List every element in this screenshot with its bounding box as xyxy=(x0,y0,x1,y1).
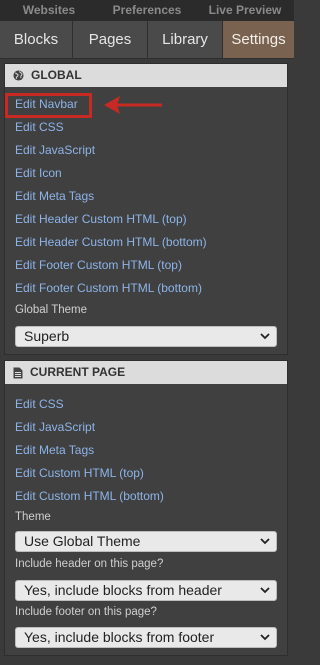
edit-footer-html-top-link[interactable]: Edit Footer Custom HTML (top) xyxy=(15,258,182,272)
nav-websites[interactable]: Websites xyxy=(0,0,98,21)
edit-footer-html-bottom-link[interactable]: Edit Footer Custom HTML (bottom) xyxy=(15,281,202,295)
tab-library[interactable]: Library xyxy=(148,21,223,58)
global-panel-header: GLOBAL xyxy=(5,64,287,87)
arrow-icon xyxy=(104,96,162,114)
include-header-value: Yes, include blocks from header xyxy=(24,582,222,598)
tab-settings[interactable]: Settings xyxy=(223,21,294,58)
include-footer-value: Yes, include blocks from footer xyxy=(24,629,215,645)
page-edit-custom-html-bottom-link[interactable]: Edit Custom HTML (bottom) xyxy=(15,489,164,503)
current-page-panel-title: CURRENT PAGE xyxy=(30,365,126,379)
edit-javascript-link[interactable]: Edit JavaScript xyxy=(15,143,95,157)
chevron-down-icon xyxy=(260,538,270,545)
edit-header-html-top-link[interactable]: Edit Header Custom HTML (top) xyxy=(15,212,187,226)
highlight-box xyxy=(5,93,92,118)
page-theme-select[interactable]: Use Global Theme xyxy=(15,531,277,552)
nav-live-preview[interactable]: Live Preview xyxy=(196,0,294,21)
tab-bar: Blocks Pages Library Settings xyxy=(0,21,294,59)
include-header-label: Include header on this page? xyxy=(15,558,164,570)
edit-icon-link[interactable]: Edit Icon xyxy=(15,166,62,180)
include-footer-label: Include footer on this page? xyxy=(15,606,157,618)
global-theme-label: Global Theme xyxy=(15,304,88,316)
include-footer-select[interactable]: Yes, include blocks from footer xyxy=(15,627,277,648)
document-icon xyxy=(13,367,23,378)
current-page-panel: CURRENT PAGE Edit CSS Edit JavaScript Ed… xyxy=(4,360,288,656)
edit-meta-tags-link[interactable]: Edit Meta Tags xyxy=(15,189,94,203)
tab-blocks[interactable]: Blocks xyxy=(0,21,73,58)
chevron-down-icon xyxy=(260,587,270,594)
page-edit-custom-html-top-link[interactable]: Edit Custom HTML (top) xyxy=(15,466,144,480)
edit-header-html-bottom-link[interactable]: Edit Header Custom HTML (bottom) xyxy=(15,235,207,249)
page-theme-value: Use Global Theme xyxy=(24,533,141,549)
global-panel-title: GLOBAL xyxy=(31,68,82,82)
edit-css-link[interactable]: Edit CSS xyxy=(15,120,64,134)
globe-icon xyxy=(13,70,24,81)
include-header-select[interactable]: Yes, include blocks from header xyxy=(15,580,277,601)
page-edit-javascript-link[interactable]: Edit JavaScript xyxy=(15,420,95,434)
nav-preferences[interactable]: Preferences xyxy=(98,0,196,21)
tab-pages[interactable]: Pages xyxy=(73,21,148,58)
page-edit-css-link[interactable]: Edit CSS xyxy=(15,397,64,411)
chevron-down-icon xyxy=(260,333,270,340)
chevron-down-icon xyxy=(260,634,270,641)
top-nav: Websites Preferences Live Preview xyxy=(0,0,294,21)
global-theme-value: Superb xyxy=(24,328,70,344)
page-edit-meta-tags-link[interactable]: Edit Meta Tags xyxy=(15,443,94,457)
current-page-panel-header: CURRENT PAGE xyxy=(5,361,287,384)
global-theme-select[interactable]: Superb xyxy=(15,326,277,347)
page-theme-label: Theme xyxy=(15,511,51,523)
